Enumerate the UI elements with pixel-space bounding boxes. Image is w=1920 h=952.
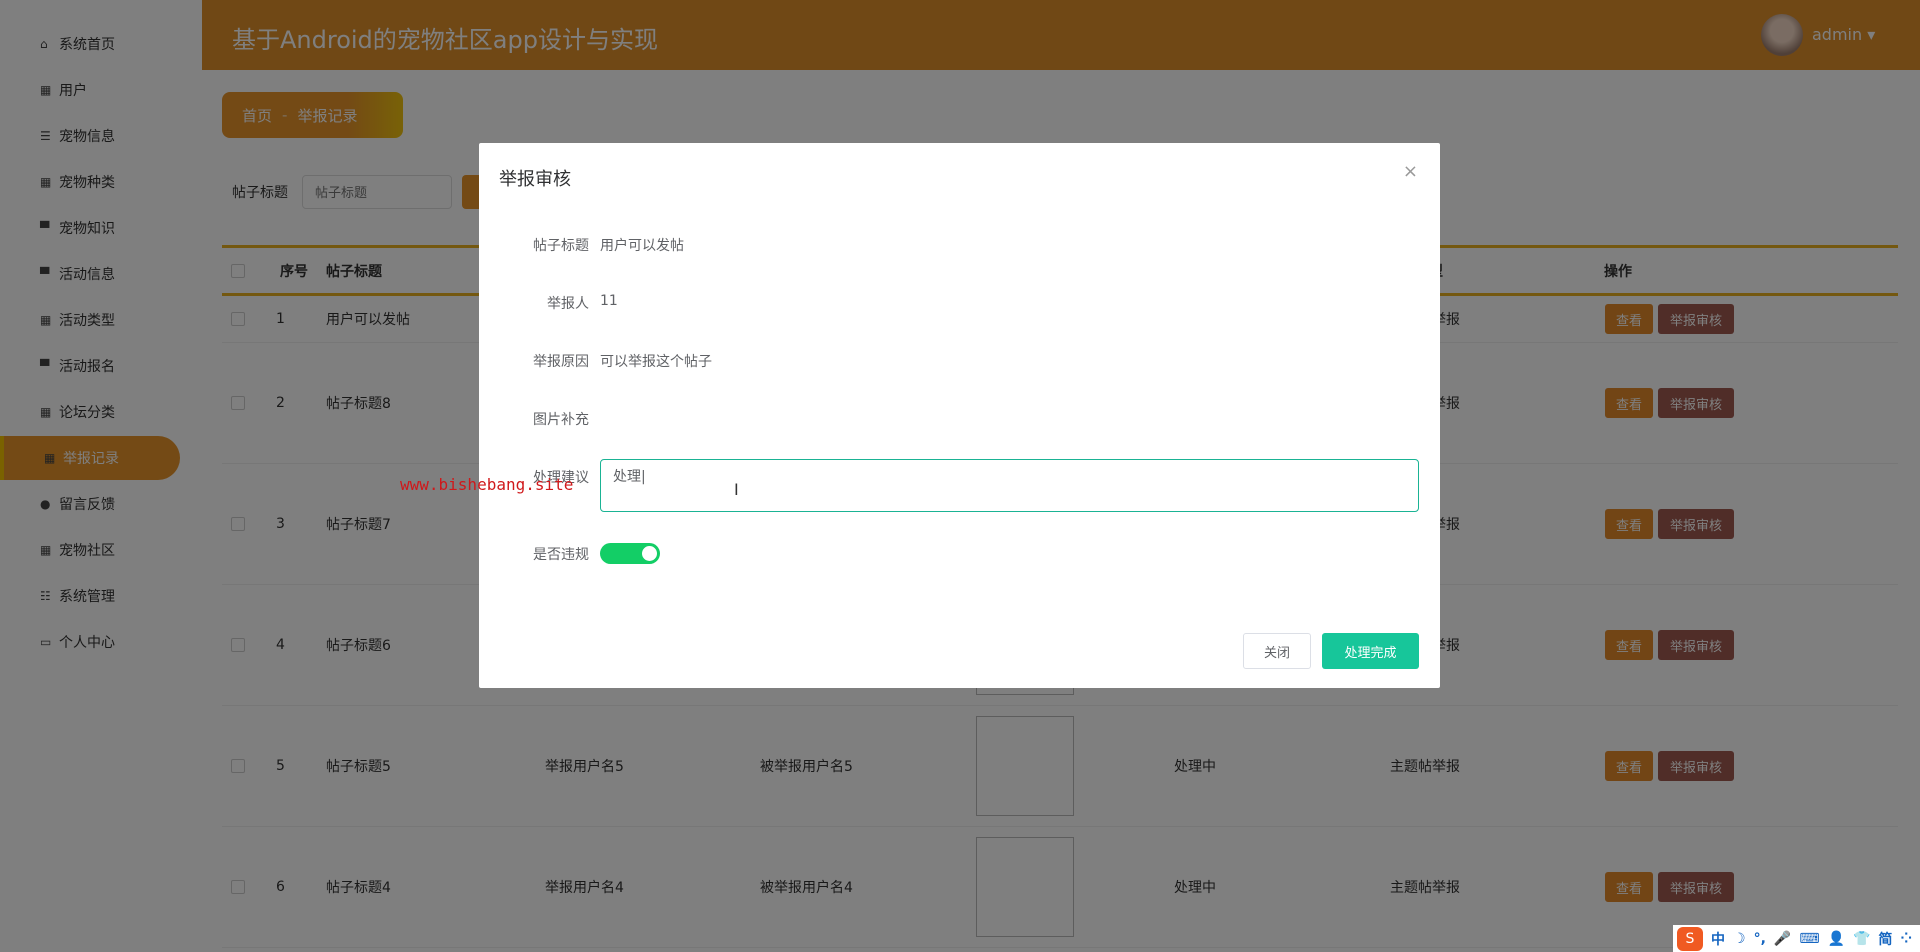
report-audit-dialog: 举报审核 × 帖子标题 用户可以发帖 举报人 11 举报原因 可以举报这个帖子 …	[479, 143, 1440, 688]
text-cursor-icon: I	[734, 480, 739, 499]
advice-textarea[interactable]: 处理|	[600, 459, 1419, 512]
ime-item-icon[interactable]: 简	[1878, 929, 1892, 949]
image-label: 图片补充	[533, 409, 589, 429]
finish-processing-button[interactable]: 处理完成	[1322, 633, 1419, 669]
dialog-title: 举报审核	[499, 165, 571, 191]
reporter-value: 11	[600, 293, 618, 309]
close-button[interactable]: 关闭	[1243, 633, 1311, 669]
violation-toggle[interactable]	[600, 543, 660, 564]
ime-item-icon[interactable]: ⌨	[1799, 931, 1819, 947]
reason-label: 举报原因	[533, 351, 589, 371]
ime-item-icon[interactable]: ☽	[1733, 931, 1746, 947]
close-icon[interactable]: ×	[1403, 161, 1418, 182]
violation-label: 是否违规	[533, 544, 589, 564]
reporter-label: 举报人	[547, 293, 589, 313]
watermark-text: www.bishebang.site	[400, 475, 573, 494]
ime-item-icon[interactable]: 👤	[1828, 931, 1845, 947]
sogou-logo-icon[interactable]: S	[1677, 927, 1703, 951]
ime-item-icon[interactable]: 👕	[1853, 931, 1870, 947]
reason-value: 可以举报这个帖子	[600, 351, 712, 371]
ime-item-icon[interactable]: 🎤	[1774, 931, 1791, 947]
ime-item-icon[interactable]: °,	[1754, 931, 1766, 947]
ime-item-icon[interactable]: 中	[1711, 929, 1725, 949]
ime-item-icon[interactable]: ⁘	[1900, 931, 1912, 947]
post-title-label: 帖子标题	[533, 235, 589, 255]
ime-toolbar: S 中 ☽ °, 🎤 ⌨ 👤 👕 简 ⁘	[1673, 925, 1920, 952]
post-title-value: 用户可以发帖	[600, 235, 684, 255]
